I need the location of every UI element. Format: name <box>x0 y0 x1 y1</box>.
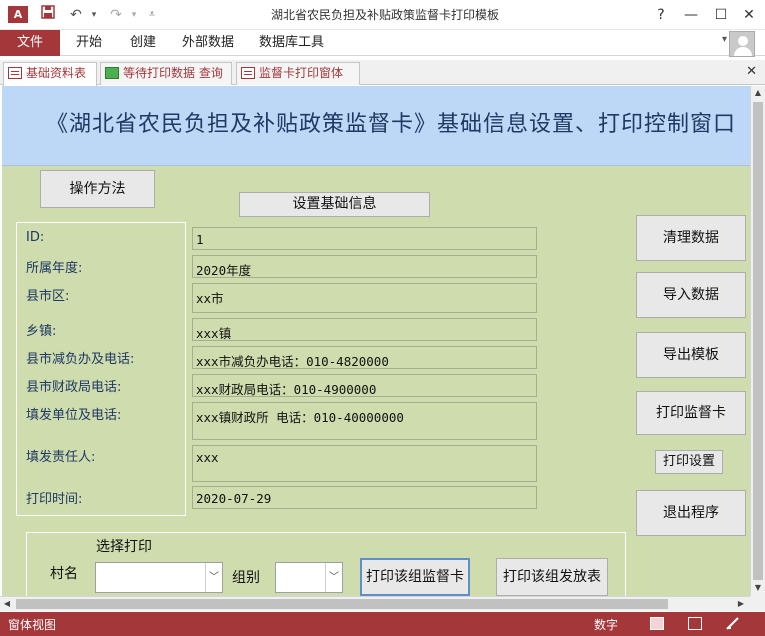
form-view-icon[interactable] <box>650 617 664 630</box>
document-tabs: 基础资料表 等待打印数据 查询 监督卡打印窗体 ✕ <box>0 60 765 86</box>
ribbon-collapse-icon[interactable]: ▾ <box>722 34 727 45</box>
village-select[interactable]: ﹀ <box>95 562 223 593</box>
print-group-card-button[interactable]: 打印该组监督卡 <box>360 558 470 596</box>
tab-create[interactable]: 创建 <box>130 30 156 56</box>
finance-bureau-field[interactable]: xxx财政局电话：010-4900000 <box>192 374 537 397</box>
group-label: 组别 <box>232 570 260 586</box>
clear-data-button[interactable]: 清理数据 <box>636 215 746 261</box>
user-avatar[interactable] <box>729 31 755 57</box>
help-button[interactable]: ? <box>650 4 672 26</box>
finance-bureau-label: 县市财政局电话: <box>26 380 122 395</box>
horizontal-scroll-thumb[interactable] <box>16 599 668 609</box>
print-time-label: 打印时间: <box>26 492 83 507</box>
design-view-icon[interactable] <box>726 617 740 630</box>
title-bar: A ↶ ▾ ↷ ▾ ⩡ 湖北省农民负担及补贴政策监督卡打印模板 ? — ☐ ✕ <box>0 0 765 30</box>
responsible-person-label: 填发责任人: <box>26 450 96 465</box>
ribbon-tab-bar: 文件 开始 创建 外部数据 数据库工具 ▾ <box>0 30 765 57</box>
print-group-table-button[interactable]: 打印该组发放表 <box>496 558 608 596</box>
close-document-icon[interactable]: ✕ <box>746 64 757 79</box>
page-title: 《湖北省农民负担及补贴政策监督卡》基础信息设置、打印控制窗口 <box>46 112 737 137</box>
print-selection-title: 选择打印 <box>96 539 152 555</box>
form-icon <box>241 67 255 79</box>
exit-program-button[interactable]: 退出程序 <box>636 490 746 536</box>
table-icon <box>8 67 22 79</box>
town-label: 乡镇: <box>26 324 57 339</box>
maximize-button[interactable]: ☐ <box>710 4 732 26</box>
id-label: ID: <box>26 230 45 245</box>
county-field[interactable]: xx市 <box>192 283 537 313</box>
vertical-scrollbar[interactable]: ▲ ▼ <box>750 86 765 596</box>
form-header: 《湖北省农民负担及补贴政策监督卡》基础信息设置、打印控制窗口 <box>2 86 750 166</box>
query-icon <box>105 67 119 79</box>
tab-file[interactable]: 文件 <box>0 30 60 56</box>
form-body: 《湖北省农民负担及补贴政策监督卡》基础信息设置、打印控制窗口 操作方法 设置基础… <box>2 86 750 596</box>
scroll-right-icon[interactable]: ▶ <box>734 597 748 611</box>
responsible-person-field[interactable]: xxx <box>192 445 537 482</box>
horizontal-scrollbar[interactable]: ◀ ▶ <box>0 596 750 611</box>
layout-view-icon[interactable] <box>688 617 702 630</box>
close-button[interactable]: ✕ <box>738 4 760 26</box>
minimize-button[interactable]: — <box>680 4 702 26</box>
tab-home[interactable]: 开始 <box>76 30 102 56</box>
issuing-unit-field[interactable]: xxx镇财政所 电话：010-40000000 <box>192 402 537 440</box>
scroll-left-icon[interactable]: ◀ <box>0 597 14 611</box>
print-time-field[interactable]: 2020-07-29 <box>192 486 537 509</box>
village-label: 村名 <box>50 566 78 582</box>
scrollbar-corner <box>750 596 765 611</box>
issuing-unit-label: 填发单位及电话: <box>26 408 122 423</box>
vertical-scroll-thumb[interactable] <box>753 102 763 580</box>
export-template-button[interactable]: 导出模板 <box>636 332 746 378</box>
set-basic-info-button[interactable]: 设置基础信息 <box>239 192 430 217</box>
doc-tab-print-form[interactable]: 监督卡打印窗体 <box>236 62 360 85</box>
num-lock-indicator: 数字 <box>594 618 619 632</box>
doc-tab-label: 等待打印数据 查询 <box>123 66 223 80</box>
operation-method-button[interactable]: 操作方法 <box>40 170 155 208</box>
import-data-button[interactable]: 导入数据 <box>636 272 746 318</box>
burden-office-field[interactable]: xxx市减负办电话：010-4820000 <box>192 346 537 369</box>
status-bar: 窗体视图 数字 <box>0 612 765 636</box>
tab-database-tools[interactable]: 数据库工具 <box>259 30 324 56</box>
save-icon[interactable] <box>38 5 58 25</box>
scroll-up-icon[interactable]: ▲ <box>751 86 765 100</box>
print-card-button[interactable]: 打印监督卡 <box>636 391 746 435</box>
undo-icon[interactable]: ↶ <box>66 5 86 25</box>
burden-office-label: 县市减负办及电话: <box>26 352 135 367</box>
redo-dropdown-icon[interactable]: ▾ <box>124 5 144 25</box>
county-label: 县市区: <box>26 289 70 304</box>
undo-dropdown-icon[interactable]: ▾ <box>84 5 104 25</box>
redo-icon[interactable]: ↷ <box>106 5 126 25</box>
town-field[interactable]: xxx镇 <box>192 318 537 341</box>
doc-tab-label: 监督卡打印窗体 <box>259 66 344 80</box>
window-title: 湖北省农民负担及补贴政策监督卡打印模板 <box>270 8 499 22</box>
doc-tab-label: 基础资料表 <box>26 66 87 80</box>
access-app-icon[interactable]: A <box>8 6 28 23</box>
chevron-down-icon[interactable]: ﹀ <box>205 563 222 592</box>
year-field[interactable]: 2020年度 <box>192 255 537 278</box>
print-setup-button[interactable]: 打印设置 <box>655 450 723 474</box>
group-select[interactable]: ﹀ <box>275 562 343 593</box>
chevron-down-icon[interactable]: ﹀ <box>325 563 342 592</box>
id-field[interactable]: 1 <box>192 227 537 250</box>
doc-tab-print-query[interactable]: 等待打印数据 查询 <box>100 62 232 85</box>
scroll-down-icon[interactable]: ▼ <box>751 581 765 595</box>
view-mode-label: 窗体视图 <box>8 618 57 632</box>
tab-external-data[interactable]: 外部数据 <box>182 30 234 56</box>
customize-toolbar-icon[interactable]: ⩡ <box>142 5 162 25</box>
year-label: 所属年度: <box>26 261 83 276</box>
doc-tab-basic-table[interactable]: 基础资料表 <box>3 62 97 86</box>
